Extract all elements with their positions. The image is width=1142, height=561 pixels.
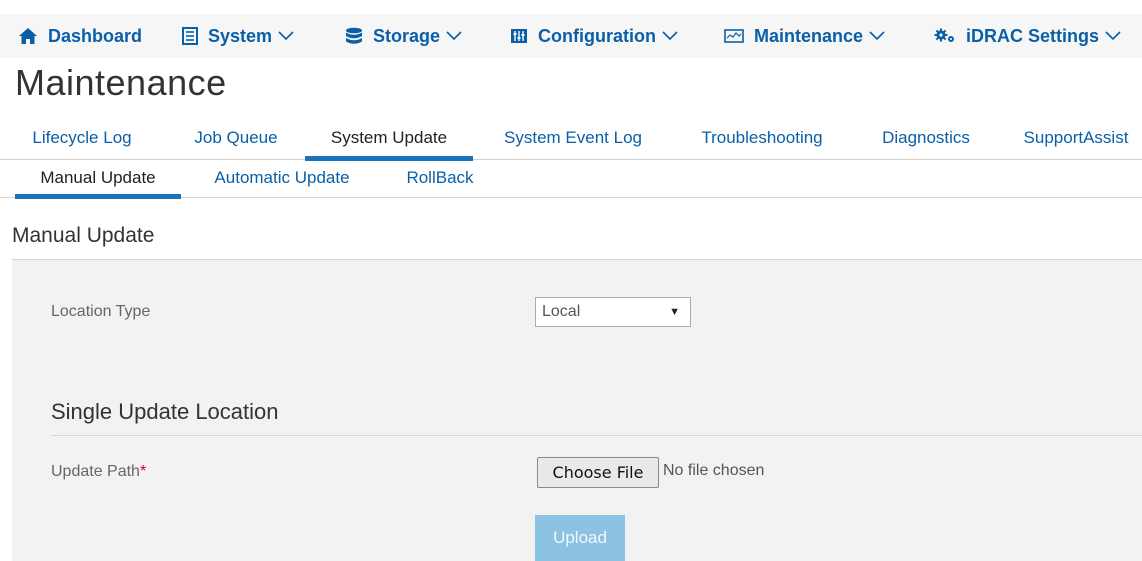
- single-update-location-title: Single Update Location: [51, 399, 279, 424]
- nav-dashboard-label: Dashboard: [48, 25, 143, 46]
- page-title: Maintenance: [15, 62, 227, 103]
- system-update-subtabs: Manual Update Automatic Update RollBack: [0, 160, 1142, 199]
- update-path-label-text: Update Path: [51, 463, 140, 480]
- maintenance-tabs: Lifecycle Log Job Queue System Update Sy…: [0, 118, 1142, 161]
- location-type-label: Location Type: [51, 303, 151, 320]
- chevron-down-icon: [662, 31, 678, 41]
- nav-system[interactable]: System: [182, 14, 294, 58]
- subtab-rollback[interactable]: RollBack: [392, 160, 488, 198]
- tab-diagnostics[interactable]: Diagnostics: [862, 118, 990, 160]
- home-icon: [18, 27, 38, 45]
- top-navigation: Dashboard System Storage Configuration M…: [0, 14, 1142, 58]
- required-marker: *: [139, 463, 147, 480]
- subtab-manual-update[interactable]: Manual Update: [15, 160, 181, 199]
- monitor-icon: [724, 29, 744, 43]
- server-icon: [182, 27, 198, 45]
- nav-configuration[interactable]: Configuration: [510, 14, 678, 58]
- nav-dashboard[interactable]: Dashboard: [18, 14, 142, 58]
- nav-idrac-settings-label: iDRAC Settings: [966, 25, 1100, 46]
- tab-troubleshooting[interactable]: Troubleshooting: [684, 118, 840, 160]
- gears-icon: [934, 28, 956, 44]
- tab-system-update[interactable]: System Update: [305, 118, 473, 161]
- location-type-select[interactable]: Local ▼: [535, 297, 691, 327]
- nav-idrac-settings[interactable]: iDRAC Settings: [934, 14, 1121, 58]
- choose-file-button[interactable]: Choose File: [537, 457, 659, 488]
- upload-button[interactable]: Upload: [535, 515, 625, 561]
- tab-job-queue[interactable]: Job Queue: [176, 118, 296, 160]
- location-type-value: Local: [542, 303, 581, 320]
- nav-configuration-label: Configuration: [538, 25, 656, 46]
- nav-storage-label: Storage: [373, 25, 441, 46]
- update-path-label: Update Path*: [51, 463, 146, 481]
- subtab-automatic-update[interactable]: Automatic Update: [196, 160, 368, 198]
- tab-lifecycle-log[interactable]: Lifecycle Log: [18, 118, 146, 160]
- nav-storage[interactable]: Storage: [345, 14, 462, 58]
- file-status-text: No file chosen: [663, 462, 765, 479]
- chevron-down-icon: [869, 31, 885, 41]
- chevron-down-icon: [1105, 31, 1121, 41]
- tab-system-event-log[interactable]: System Event Log: [490, 118, 656, 160]
- tab-supportassist[interactable]: SupportAssist: [1010, 118, 1142, 160]
- configuration-icon: [510, 28, 528, 44]
- chevron-down-icon: [446, 31, 462, 41]
- nav-system-label: System: [208, 25, 273, 46]
- database-icon: [345, 27, 363, 45]
- section-title: Manual Update: [12, 224, 155, 247]
- chevron-down-icon: [278, 31, 294, 41]
- nav-maintenance-label: Maintenance: [754, 25, 864, 46]
- nav-maintenance[interactable]: Maintenance: [724, 14, 885, 58]
- dropdown-arrow-icon: ▼: [669, 306, 680, 318]
- subsection-divider: [51, 435, 1142, 436]
